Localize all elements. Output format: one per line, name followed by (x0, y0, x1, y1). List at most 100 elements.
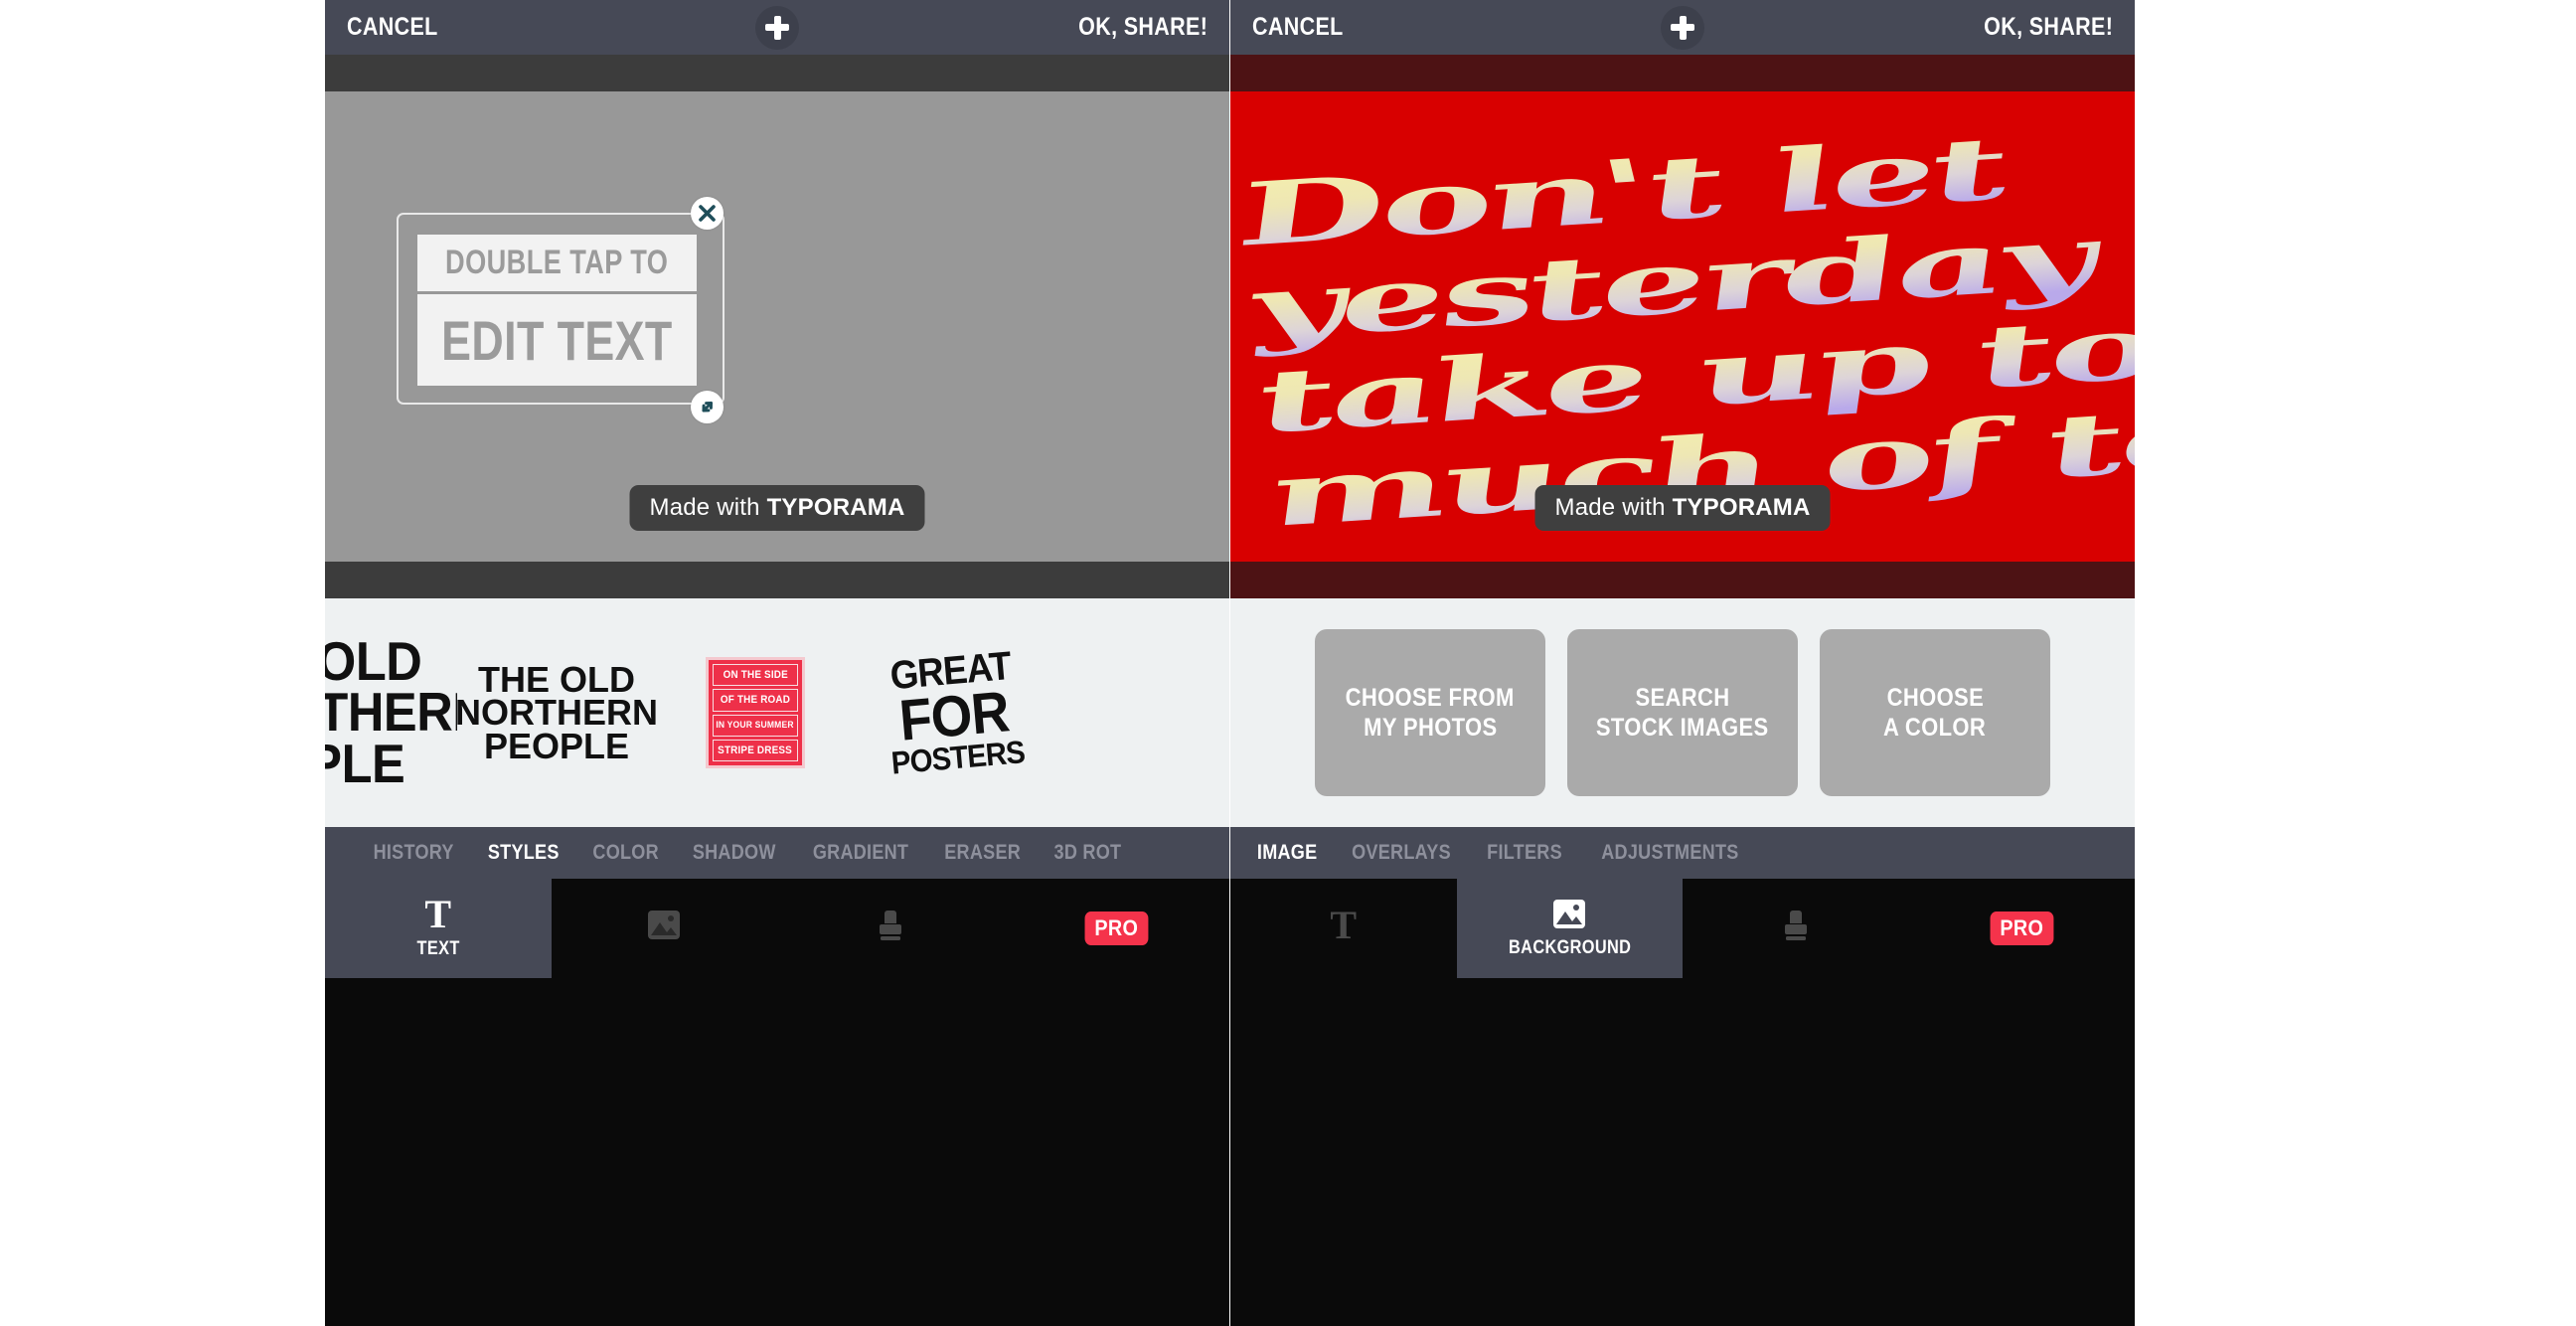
tab-eraser[interactable]: ERASER (944, 841, 1021, 865)
preset-text-block: THE OLD NORTHERN PEOPLE (325, 630, 457, 794)
right-canvas-top-strip (1230, 55, 2135, 91)
text-line-2-label: EDIT TEXT (441, 308, 673, 372)
nav-item-text-label: TEXT (416, 937, 460, 959)
preset-text-block: THE OLD NORTHERN PEOPLE (455, 658, 658, 766)
tab-shadow[interactable]: SHADOW (693, 841, 776, 865)
share-button[interactable]: OK, SHARE! (1078, 13, 1208, 42)
pro-badge: PRO (1990, 912, 2054, 945)
image-icon (646, 909, 682, 941)
choose-a-color-button[interactable]: CHOOSE A COLOR (1820, 629, 2050, 796)
watermark-prefix: Made with (1554, 494, 1673, 521)
style-preset-tray[interactable]: THE OLD NORTHERN PEOPLE THE OLD NORTHERN… (325, 598, 1229, 827)
nav-item-background[interactable]: BACKGROUND (1456, 879, 1683, 978)
preset-text-block: GREAT FOR POSTERS (877, 644, 1032, 781)
nav-item-stamp[interactable] (777, 879, 1004, 978)
left-option-tabs[interactable]: HISTORY STYLES COLOR SHADOW GRADIENT ERA… (325, 827, 1229, 879)
button-line-1: SEARCH (1635, 683, 1730, 712)
image-icon (1551, 898, 1587, 930)
stamp-icon (876, 909, 905, 942)
tab-image[interactable]: IMAGE (1257, 841, 1317, 865)
choose-from-my-photos-button[interactable]: CHOOSE FROM MY PHOTOS (1315, 629, 1545, 796)
watermark-brand: TYPORAMA (766, 494, 905, 521)
style-preset-item[interactable]: GREAT FOR POSTERS (855, 598, 1053, 827)
button-line-1: CHOOSE FROM (1345, 683, 1516, 712)
nav-item-pro[interactable]: PRO (1003, 879, 1229, 978)
preset-red-row: STRIPE DRESS (713, 739, 798, 761)
preset-line: NORTHERN (325, 681, 457, 744)
text-line-1[interactable]: DOUBLE TAP TO (417, 235, 697, 291)
tab-styles[interactable]: STYLES (488, 841, 560, 865)
tab-3d-rotate[interactable]: 3D ROT (1054, 841, 1122, 865)
text-t-icon: T (424, 891, 452, 936)
watermark-badge[interactable]: Made with TYPORAMA (1534, 485, 1831, 531)
pro-badge: PRO (1084, 912, 1149, 945)
right-phone-panel: CANCEL OK, SHARE! Don't let yesterday ta… (1230, 0, 2135, 1326)
nav-item-text[interactable]: T (1230, 879, 1457, 978)
left-phone-panel: CANCEL OK, SHARE! DOUBLE TAP TO EDIT TEX… (325, 0, 1229, 1326)
right-bottom-nav[interactable]: T BACKGROUND PRO (1230, 879, 2135, 978)
button-line-2: MY PHOTOS (1363, 714, 1498, 742)
nav-item-stamp[interactable] (1683, 879, 1909, 978)
style-preset-item[interactable]: THE OLD NORTHERN PEOPLE (455, 598, 658, 827)
tab-adjustments[interactable]: ADJUSTMENTS (1602, 841, 1739, 865)
button-line-2: STOCK IMAGES (1596, 714, 1769, 742)
close-icon[interactable] (691, 197, 724, 230)
nav-item-pro[interactable]: PRO (1908, 879, 2135, 978)
preset-red-row: ON THE SIDE (713, 664, 798, 687)
screenshot-stage: CANCEL OK, SHARE! DOUBLE TAP TO EDIT TEX… (0, 0, 2576, 1326)
preset-line: NORTHERN (455, 692, 658, 734)
preset-line: STRIPE DRESS (718, 744, 793, 756)
left-bottom-nav[interactable]: T TEXT PRO (325, 879, 1229, 978)
preset-line: OF THE ROAD (720, 694, 791, 707)
preset-red-row: OF THE ROAD (713, 689, 798, 712)
preset-red-row: IN YOUR SUMMER (713, 714, 798, 737)
plus-icon-vertical (1679, 15, 1687, 40)
preset-line: ON THE SIDE (723, 669, 788, 682)
left-canvas[interactable]: DOUBLE TAP TO EDIT TEXT Made with TYPORA… (325, 91, 1229, 562)
left-topbar: CANCEL OK, SHARE! (325, 0, 1229, 55)
style-preset-item-selected[interactable]: ON THE SIDE OF THE ROAD IN YOUR SUMMER S… (656, 598, 855, 827)
text-line-1-label: DOUBLE TAP TO (445, 244, 669, 281)
resize-diagonal-icon[interactable] (691, 391, 724, 423)
right-topbar: CANCEL OK, SHARE! (1230, 0, 2135, 55)
left-canvas-bottom-strip (325, 562, 1229, 598)
right-canvas[interactable]: Don't let yesterday take up too much of … (1230, 91, 2135, 562)
text-line-2[interactable]: EDIT TEXT (417, 294, 697, 386)
watermark-brand: TYPORAMA (1672, 494, 1811, 521)
left-canvas-top-strip (325, 55, 1229, 91)
tab-filters[interactable]: FILTERS (1488, 841, 1563, 865)
preset-line: THE OLD (325, 630, 422, 693)
cancel-button[interactable]: CANCEL (347, 13, 438, 42)
text-layer-box[interactable]: DOUBLE TAP TO EDIT TEXT (397, 213, 724, 405)
watermark-badge[interactable]: Made with TYPORAMA (629, 485, 925, 531)
preset-line: THE OLD (478, 658, 635, 700)
tab-history[interactable]: HISTORY (374, 841, 454, 865)
add-layer-button[interactable] (755, 5, 799, 50)
nav-item-background-label: BACKGROUND (1508, 937, 1631, 958)
button-line-2: A COLOR (1883, 714, 1987, 742)
right-canvas-bottom-strip (1230, 562, 2135, 598)
cancel-button[interactable]: CANCEL (1252, 13, 1344, 42)
stamp-icon (1781, 909, 1811, 942)
preset-line: POSTERS (889, 733, 1027, 781)
preset-line: PEOPLE (325, 732, 405, 794)
tab-color[interactable]: COLOR (592, 841, 659, 865)
nav-item-background[interactable] (551, 879, 777, 978)
background-source-tray: CHOOSE FROM MY PHOTOS SEARCH STOCK IMAGE… (1230, 598, 2135, 827)
tab-gradient[interactable]: GRADIENT (812, 841, 907, 865)
watermark-prefix: Made with (649, 494, 767, 521)
right-option-tabs[interactable]: IMAGE OVERLAYS FILTERS ADJUSTMENTS (1230, 827, 2135, 879)
preset-red-card: ON THE SIDE OF THE ROAD IN YOUR SUMMER S… (706, 657, 805, 768)
style-preset-item[interactable]: THE OLD NORTHERN PEOPLE (325, 598, 457, 827)
add-layer-button[interactable] (1661, 5, 1704, 50)
text-t-icon: T (1330, 902, 1358, 947)
style-preset-list: THE OLD NORTHERN PEOPLE THE OLD NORTHERN… (325, 598, 1053, 827)
button-line-1: CHOOSE (1886, 683, 1984, 712)
nav-item-text[interactable]: T TEXT (325, 879, 552, 978)
search-stock-images-button[interactable]: SEARCH STOCK IMAGES (1567, 629, 1798, 796)
plus-icon-vertical (773, 15, 781, 40)
preset-line: IN YOUR SUMMER (716, 720, 795, 732)
share-button[interactable]: OK, SHARE! (1984, 13, 2113, 42)
preset-line: PEOPLE (483, 725, 630, 766)
tab-overlays[interactable]: OVERLAYS (1352, 841, 1451, 865)
